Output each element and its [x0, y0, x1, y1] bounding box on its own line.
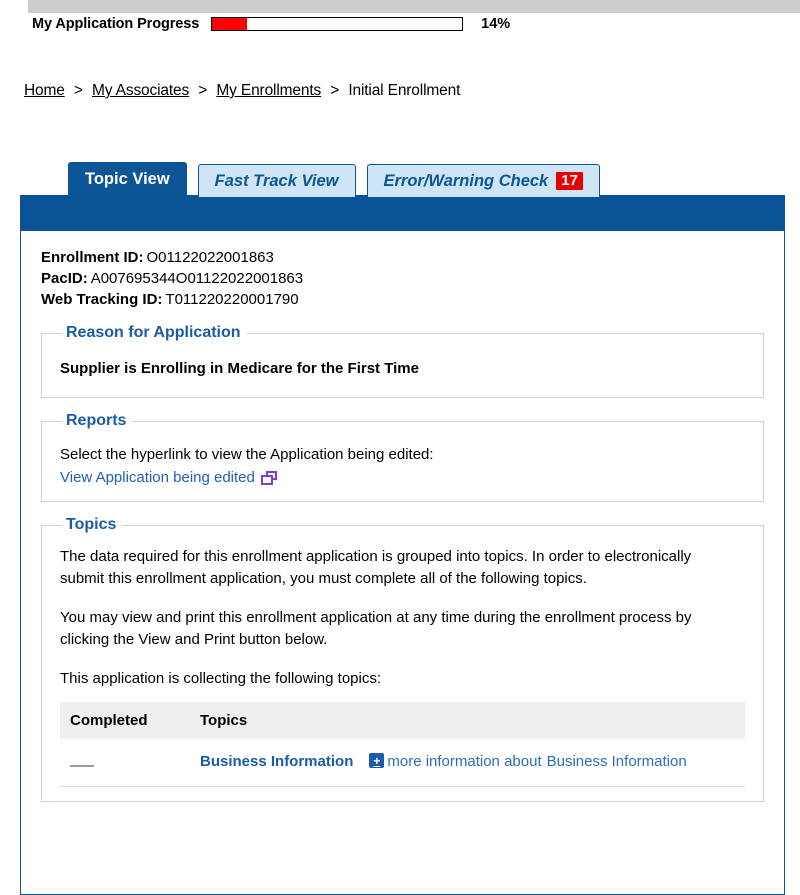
breadcrumb-item-my-enrollments[interactable]: My Enrollments: [216, 82, 321, 99]
more-information-label[interactable]: more information about: [387, 753, 541, 770]
topics-legend: Topics: [66, 516, 117, 533]
top-gray-strip: [28, 0, 800, 13]
web-tracking-id-row: Web Tracking ID: T011220220001790: [41, 289, 764, 310]
more-information-topic-label[interactable]: Business Information: [547, 753, 687, 770]
view-tabs: Topic View Fast Track View Error/Warning…: [68, 162, 600, 197]
breadcrumb: Home > My Associates > My Enrollments > …: [24, 82, 460, 100]
breadcrumb-separator: >: [330, 82, 340, 99]
topic-link-business-information[interactable]: Business Information: [200, 753, 353, 770]
tab-topic-view-label: Topic View: [85, 170, 170, 188]
progress-label: My Application Progress: [32, 16, 200, 32]
tab-error-warning-check-label: Error/Warning Check: [383, 171, 549, 190]
application-progress: My Application Progress 14%: [32, 16, 510, 32]
new-window-icon: [260, 470, 277, 485]
breadcrumb-item-current: Initial Enrollment: [348, 82, 461, 99]
reports-section: Reports Select the hyperlink to view the…: [41, 412, 764, 502]
topics-section: Topics The data required for this enroll…: [41, 516, 764, 802]
topics-paragraph-3: This application is collecting the follo…: [60, 670, 381, 687]
reason-for-application-legend: Reason for Application: [66, 324, 241, 341]
view-application-link-label: View Application being edited: [60, 469, 255, 486]
enrollment-identifiers: Enrollment ID: O01122022001863 PacID: A007…: [41, 247, 764, 310]
column-header-topics: Topics: [190, 701, 745, 739]
topics-table: Completed Topics Business Information + mo…: [60, 701, 745, 787]
enrollment-id-value: O01122022001863: [146, 249, 274, 266]
view-application-link[interactable]: View Application being edited: [60, 469, 277, 486]
breadcrumb-separator: >: [198, 82, 208, 99]
tab-fast-track-view-label: Fast Track View: [214, 171, 339, 190]
error-warning-count-badge: 17: [556, 172, 583, 190]
topics-paragraph-2: You may view and print this enrollment a…: [60, 609, 692, 648]
panel-body: Enrollment ID: O01122022001863 PacID: A007…: [21, 231, 784, 802]
content-panel: Enrollment ID: O01122022001863 PacID: A007…: [20, 195, 785, 895]
panel-header-bar: [21, 195, 784, 231]
progress-percent: 14%: [481, 16, 511, 32]
web-tracking-id-label: Web Tracking ID:: [41, 291, 163, 308]
reports-legend: Reports: [66, 412, 127, 429]
enrollment-id-label: Enrollment ID:: [41, 249, 144, 266]
topics-table-body: Business Information + more information ab…: [60, 738, 745, 787]
reason-for-application-section: Reason for Application Supplier is Enrol…: [41, 324, 764, 398]
breadcrumb-item-my-associates[interactable]: My Associates: [92, 82, 189, 99]
reason-for-application-value: Supplier is Enrolling in Medicare for th…: [60, 360, 419, 377]
enrollment-id-row: Enrollment ID: O01122022001863: [41, 247, 764, 268]
cell-completed-status: [60, 738, 190, 787]
topics-paragraph-1: The data required for this enrollment ap…: [60, 548, 692, 587]
table-row: Business Information + more information ab…: [60, 738, 745, 787]
topics-table-header-row: Completed Topics: [60, 701, 745, 739]
not-completed-dash-icon: [70, 764, 94, 767]
pac-id-label: PacID:: [41, 270, 88, 287]
tab-error-warning-check[interactable]: Error/Warning Check 17: [366, 164, 600, 197]
web-tracking-id-value: T011220220001790: [165, 291, 299, 308]
progress-bar-fill: [212, 18, 248, 30]
cell-topic: Business Information + more information ab…: [190, 738, 745, 787]
column-header-completed: Completed: [60, 701, 190, 739]
breadcrumb-separator: >: [73, 82, 83, 99]
topics-table-head: Completed Topics: [60, 701, 745, 739]
pac-id-value: A007695344O01122022001863: [90, 270, 304, 287]
reports-instruction: Select the hyperlink to view the Applica…: [60, 446, 434, 463]
pac-id-row: PacID: A007695344O01122022001863: [41, 268, 764, 289]
tab-topic-view[interactable]: Topic View: [68, 162, 187, 197]
progress-bar: [211, 17, 464, 31]
breadcrumb-item-home[interactable]: Home: [24, 82, 65, 99]
plus-icon[interactable]: +: [369, 753, 385, 769]
tab-fast-track-view[interactable]: Fast Track View: [197, 164, 356, 197]
